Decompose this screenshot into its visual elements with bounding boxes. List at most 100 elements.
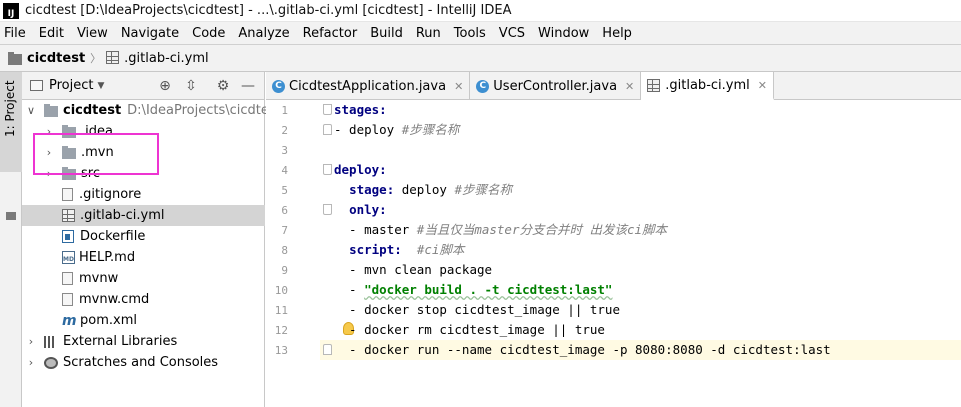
dropdown-arrow-icon[interactable]: ▼ [97,81,104,91]
code-editor[interactable]: stages: - deploy #步骤名称 deploy: stage: depl… [334,100,961,407]
code-line[interactable]: - docker stop cicdtest_image || true [334,300,620,320]
tree-item-label: .gitignore [79,187,142,202]
yaml-key: stages: [334,102,387,117]
code-line[interactable]: - mvn clean package [334,260,492,280]
editor-tab-usercontroller-java[interactable]: C UserController.java ✕ [470,72,642,100]
code-line[interactable]: - "docker build . -t cicdtest:last" [334,280,612,300]
tree-item-label: mvnw [79,271,119,286]
gear-icon[interactable]: ⚙ [215,78,231,94]
collapse-all-icon[interactable]: ⇳ [183,78,199,94]
project-panel-header: Project ▼ ⊕ ⇳ ⚙ — [22,72,264,100]
fold-marker-icon[interactable] [323,204,332,215]
code-line[interactable]: stages: [334,100,387,120]
tree-item-gitignore[interactable]: .gitignore [22,184,141,205]
tree-item-mvnw[interactable]: mvnw [22,268,118,289]
java-class-icon: C [272,79,285,93]
hide-icon[interactable]: — [240,78,256,94]
close-icon[interactable]: ✕ [758,79,767,92]
menu-navigate[interactable]: Navigate [121,26,179,41]
tree-item-mvnw-cmd[interactable]: mvnw.cmd [22,289,149,310]
tree-item-pom-xml[interactable]: m pom.xml [22,310,137,331]
tree-item-label: External Libraries [63,334,178,349]
yml-file-icon [647,78,661,92]
line-number: 11 [274,304,288,317]
tree-item-dockerfile[interactable]: Dockerfile [22,226,145,247]
menu-view[interactable]: View [77,26,108,41]
tree-item-external-libraries[interactable]: › External Libraries [22,331,177,352]
menu-file[interactable]: File [4,26,26,41]
tree-item-help-md[interactable]: MD HELP.md [22,247,135,268]
code-line[interactable]: - docker rm cicdtest_image || true [334,320,605,340]
breadcrumb-file[interactable]: .gitlab-ci.yml [106,50,209,66]
fold-marker-icon[interactable] [323,164,332,175]
chevron-down-icon[interactable]: ∨ [26,104,36,117]
code-line[interactable]: script: #ci脚本 [334,240,464,260]
menu-edit[interactable]: Edit [39,26,64,41]
highlight-annotation [33,133,159,175]
yaml-key: deploy: [334,162,387,177]
code-line[interactable]: - deploy #步骤名称 [334,120,459,140]
editor-tab-gitlab-ci-yml[interactable]: .gitlab-ci.yml ✕ [641,72,774,100]
line-number: 2 [281,124,288,137]
code-line[interactable]: - master #当且仅当master分支合并时 出发该ci脚本 [334,220,667,240]
project-tool-label: 1: Project [3,80,17,137]
maven-icon: m [62,312,77,329]
code-text: - docker stop cicdtest_image || true [334,302,620,317]
fold-marker-icon[interactable] [323,124,332,135]
project-panel: Project ▼ ⊕ ⇳ ⚙ — ∨ cicdtest D:\IdeaProjec… [22,72,281,407]
intellij-logo-icon: IJ [3,2,19,19]
folder-icon [44,104,58,117]
code-text: - docker rm cicdtest_image || true [334,322,605,337]
breadcrumb-project[interactable]: cicdtest [27,51,85,66]
editor-tab-cicdtestapplication-java[interactable]: C CicdtestApplication.java ✕ [266,72,471,100]
code-text: deploy [394,182,455,197]
tree-item-gitlab-ci-yml[interactable]: .gitlab-ci.yml [22,205,265,226]
text-file-icon [62,272,73,285]
tree-item-label: Dockerfile [80,229,146,244]
menu-code[interactable]: Code [192,26,225,41]
chevron-right-icon[interactable]: › [26,335,36,348]
menu-window[interactable]: Window [538,26,589,41]
project-view-selector[interactable]: Project [49,78,93,93]
locate-icon[interactable]: ⊕ [157,78,173,94]
menu-vcs[interactable]: VCS [499,26,525,41]
yaml-comment: #步骤名称 [454,182,512,197]
line-number: 6 [281,204,288,217]
editor-gutter: 1 2 3 4 5 6 7 8 9 10 11 12 13 [266,100,332,407]
menu-refactor[interactable]: Refactor [303,26,358,41]
line-number: 4 [281,164,288,177]
yaml-comment: #步骤名称 [401,122,460,137]
code-line[interactable]: - docker run --name cicdtest_image -p 80… [334,340,831,360]
tree-item-cicdtest[interactable]: ∨ cicdtest D:\IdeaProjects\cicdtest [22,100,281,121]
close-icon[interactable]: ✕ [625,80,634,93]
title-bar: IJ cicdtest [D:\IdeaProjects\cicdtest] -… [0,0,961,22]
menu-analyze[interactable]: Analyze [238,26,289,41]
fold-marker-icon[interactable] [323,344,332,355]
fold-marker-icon[interactable] [323,104,332,115]
menu-build[interactable]: Build [370,26,403,41]
code-line[interactable]: deploy: [334,160,387,180]
menu-bar: File Edit View Navigate Code Analyze Refactor B… [0,22,961,44]
tree-item-scratches-and-consoles[interactable]: › Scratches and Consoles [22,352,218,373]
chevron-right-icon[interactable]: › [26,356,36,369]
menu-help[interactable]: Help [602,26,632,41]
editor-tab-label: .gitlab-ci.yml [665,77,750,93]
code-line[interactable]: stage: deploy #步骤名称 [334,180,512,200]
menu-tools[interactable]: Tools [454,26,486,41]
yml-file-icon [106,50,120,64]
project-tool-tab[interactable]: 1: Project [0,72,22,172]
menu-run[interactable]: Run [416,26,441,41]
editor-tabs: C CicdtestApplication.java ✕ C UserControlle… [266,72,961,100]
yaml-key: stage: [349,182,395,197]
tree-item-label: pom.xml [80,313,137,328]
java-class-icon: C [476,79,490,93]
structure-icon[interactable] [6,212,16,220]
line-number: 10 [274,284,288,297]
code-line[interactable]: only: [334,200,387,220]
close-icon[interactable]: ✕ [454,80,463,93]
line-number: 13 [274,344,288,357]
